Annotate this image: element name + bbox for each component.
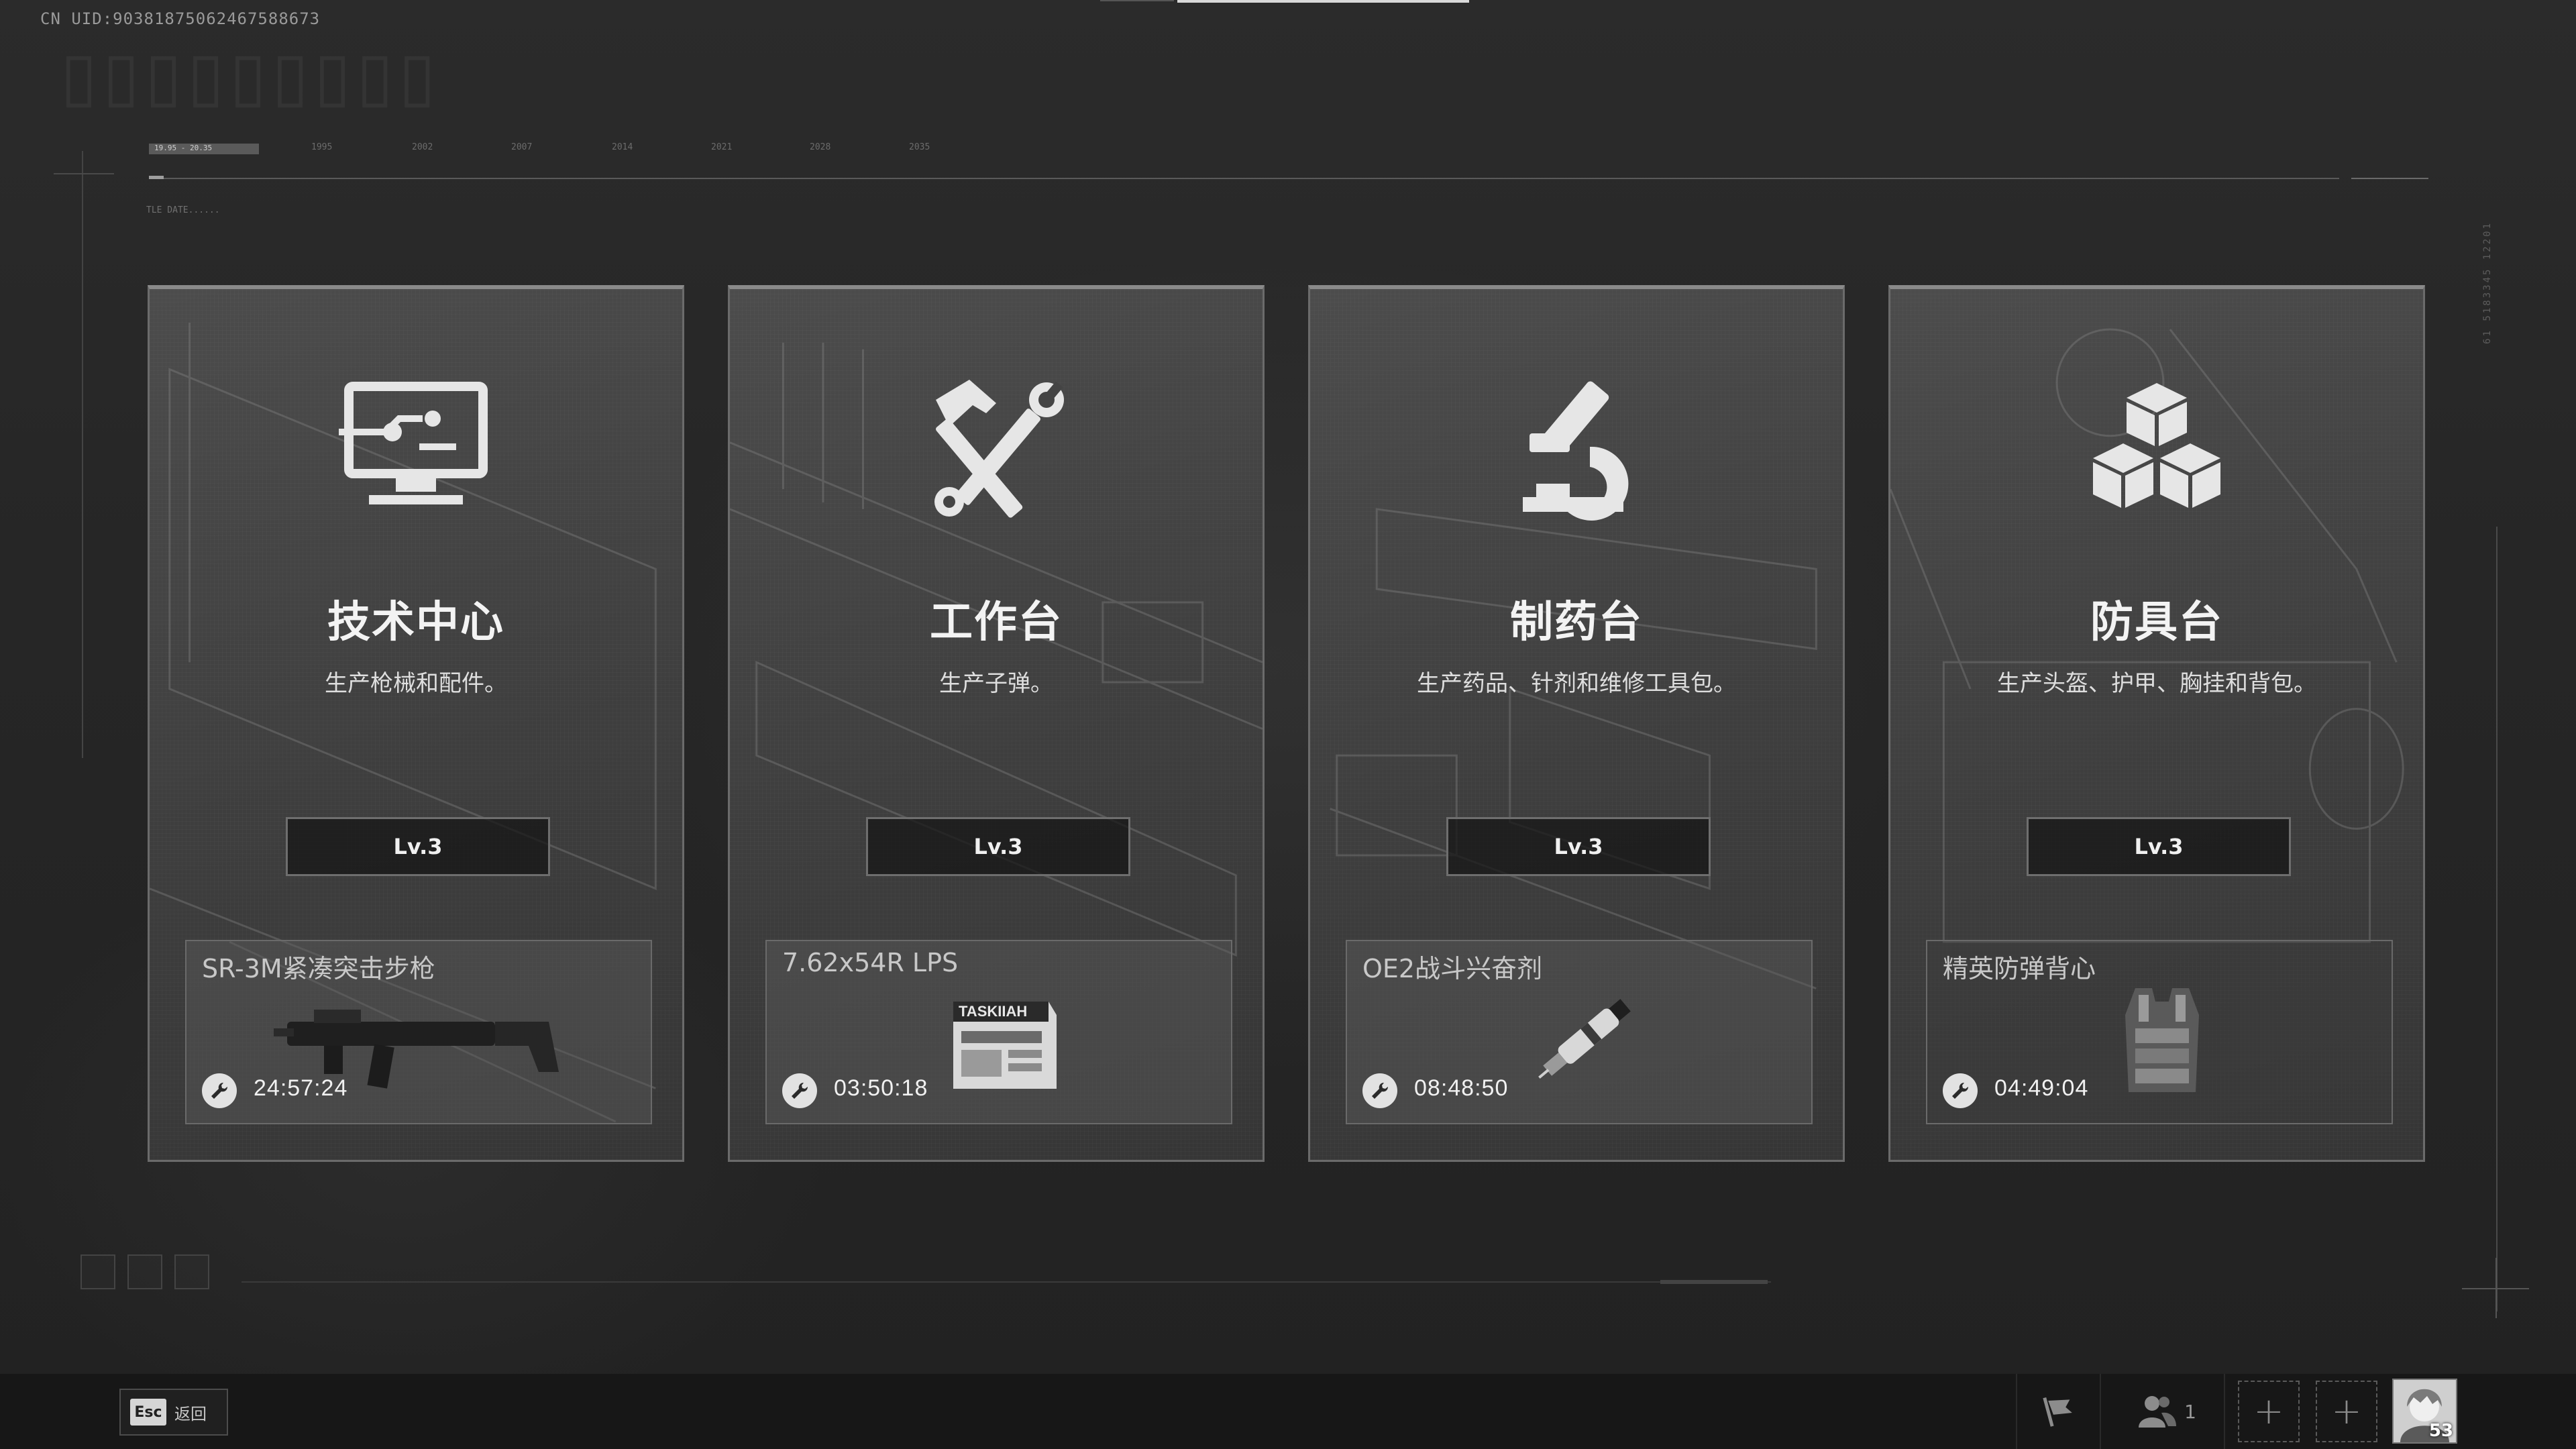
decor-box <box>80 1254 115 1289</box>
top-indicator-active <box>1177 0 1469 3</box>
workstation-card-tech-center[interactable]: 技术中心 生产枪械和配件。 Lv.3 SR-3M紧凑突击步枪 24:57:24 <box>148 285 684 1162</box>
crosshair-mark <box>2496 1258 2497 1318</box>
esc-key-hint: Esc <box>130 1399 166 1426</box>
workstation-title: 制药台 <box>1510 598 1643 647</box>
wrench-icon <box>202 1073 237 1108</box>
timeline-year: 2028 <box>810 142 831 152</box>
invite-slot-button[interactable]: + <box>2238 1381 2300 1442</box>
crafting-slot[interactable]: OE2战斗兴奋剂 08:48:50 <box>1346 940 1813 1124</box>
workstation-description: 生产子弹。 <box>939 670 1053 697</box>
invite-slot-button[interactable]: + <box>2316 1381 2377 1442</box>
timeline-range: 19.95 - 20.35 <box>149 144 259 154</box>
crafting-slot[interactable]: 7.62x54R LPS TASKIIAH 03:50:18 <box>765 940 1232 1124</box>
divider-line <box>149 178 2339 179</box>
crafting-item-name: SR-3M紧凑突击步枪 <box>202 954 435 983</box>
flag-icon <box>2043 1397 2072 1427</box>
wrench-icon <box>1943 1073 1978 1108</box>
workstation-description: 生产头盔、护甲、胸挂和背包。 <box>1997 670 2316 697</box>
workstation-level-button[interactable]: Lv.3 <box>1446 817 1711 876</box>
crafting-timer: 04:49:04 <box>1994 1075 2089 1101</box>
decor-box <box>174 1254 209 1289</box>
plus-icon: + <box>2331 1390 2362 1432</box>
workstation-title: 工作台 <box>930 598 1063 647</box>
timeline-year: 2021 <box>711 142 733 152</box>
workstation-title: 技术中心 <box>327 598 504 647</box>
workstation-title: 防具台 <box>2090 598 2223 647</box>
bar-separator <box>2224 1374 2225 1449</box>
top-indicator-dim <box>1100 0 1174 1</box>
monitor-circuit-icon <box>150 370 682 524</box>
workstation-level-button[interactable]: Lv.3 <box>2027 817 2291 876</box>
wrench-icon <box>1362 1073 1397 1108</box>
crafting-item-name: 精英防弹背心 <box>1943 954 2096 983</box>
divider-marker <box>149 176 164 179</box>
frame-line-right <box>2496 527 2498 1311</box>
background-watermark-text: ▯▯▯▯▯▯▯▯▯ <box>60 37 441 115</box>
cubes-icon <box>1890 370 2423 524</box>
flag-button[interactable] <box>2033 1381 2086 1442</box>
back-label: 返回 <box>174 1404 207 1424</box>
timeline-note: TLE DATE...... <box>146 205 220 215</box>
timeline-year: 2035 <box>909 142 930 152</box>
microscope-icon <box>1310 370 1843 524</box>
back-button[interactable]: Esc 返回 <box>119 1389 228 1436</box>
timeline-bar: 19.95 - 20.35 1995 2002 2007 2014 2021 2… <box>149 142 1088 162</box>
frame-line-left <box>82 151 83 758</box>
decor-rule <box>241 1281 1771 1283</box>
frame-tick <box>54 173 114 174</box>
squad-button[interactable]: 1 <box>2127 1381 2207 1442</box>
decor-box <box>127 1254 162 1289</box>
side-code: 61 5183345 12201 <box>2482 221 2493 344</box>
workstation-card-pharmacy[interactable]: 制药台 生产药品、针剂和维修工具包。 Lv.3 OE2战斗兴奋剂 08:48:5… <box>1308 285 1845 1162</box>
bar-separator <box>2100 1374 2101 1449</box>
workstation-description: 生产药品、针剂和维修工具包。 <box>1417 670 1736 697</box>
user-uid: CN UID:9038187506246758867З <box>40 9 321 28</box>
player-level: 53 <box>2428 1421 2453 1441</box>
squad-count: 1 <box>2184 1400 2196 1423</box>
timeline-year: 2007 <box>511 142 533 152</box>
bar-separator <box>2016 1374 2017 1449</box>
crafting-slot[interactable]: SR-3M紧凑突击步枪 24:57:24 <box>185 940 652 1124</box>
plus-icon: + <box>2253 1390 2284 1432</box>
workstation-level-button[interactable]: Lv.3 <box>866 817 1130 876</box>
workstation-level-button[interactable]: Lv.3 <box>286 817 550 876</box>
squad-members-icon <box>2139 1396 2177 1428</box>
crafting-timer: 24:57:24 <box>254 1075 348 1101</box>
crafting-item-name: OE2战斗兴奋剂 <box>1362 954 1543 983</box>
wrench-icon <box>782 1073 817 1108</box>
crafting-slot[interactable]: 精英防弹背心 04:49:04 <box>1926 940 2393 1124</box>
workstation-card-armor-bench[interactable]: 防具台 生产头盔、护甲、胸挂和背包。 Lv.3 精英防弹背心 04:49:04 <box>1888 285 2425 1162</box>
hammer-wrench-icon <box>730 370 1263 524</box>
workstation-card-workbench[interactable]: 工作台 生产子弹。 Lv.3 7.62x54R LPS TASKIIAH 03:… <box>728 285 1265 1162</box>
timeline-year: 2002 <box>412 142 433 152</box>
workstation-description: 生产枪械和配件。 <box>325 670 507 697</box>
timeline-year: 1995 <box>311 142 333 152</box>
decor-rule-highlight <box>1660 1280 1768 1284</box>
divider-line-short <box>2351 178 2428 179</box>
crafting-timer: 03:50:18 <box>834 1075 928 1101</box>
timeline-year: 2014 <box>612 142 633 152</box>
player-avatar[interactable]: 53 <box>2392 1379 2457 1444</box>
crafting-hub-screen: CN UID:9038187506246758867З ▯▯▯▯▯▯▯▯▯ 19… <box>0 0 2576 1449</box>
crafting-item-name: 7.62x54R LPS <box>782 948 959 977</box>
crafting-timer: 08:48:50 <box>1414 1075 1509 1101</box>
ammo-box-label: TASKIIAH <box>959 1003 1027 1020</box>
